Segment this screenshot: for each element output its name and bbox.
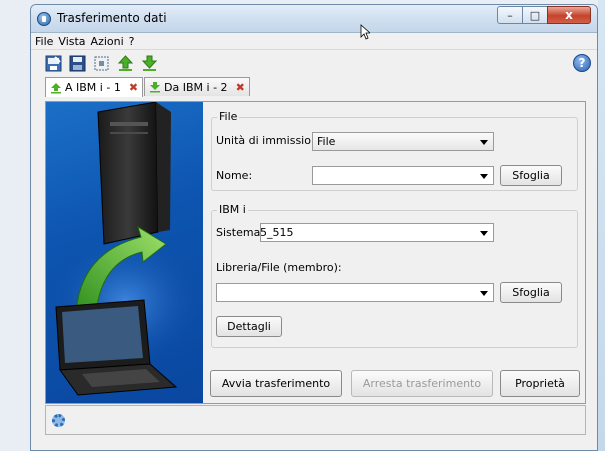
menu-azioni[interactable]: Azioni [91, 35, 124, 48]
transfer-illustration: 101 110 0101 1101 101 [46, 102, 203, 403]
close-button[interactable]: x [547, 6, 591, 24]
start-transfer-button[interactable]: Avvia trasferimento [210, 370, 342, 397]
tab-panel: 101 110 0101 1101 101 File Unità di immi… [45, 101, 586, 404]
window-controls: – □ x [497, 6, 591, 24]
name-field[interactable] [312, 166, 494, 185]
chevron-down-icon [480, 291, 488, 296]
desktop-background [598, 0, 605, 451]
toolbar: ? [31, 50, 597, 76]
stop-transfer-button[interactable]: Arresta trasferimento [351, 370, 493, 397]
new-transfer-icon[interactable] [45, 55, 62, 72]
app-icon [37, 12, 51, 26]
minimize-button[interactable]: – [497, 6, 523, 24]
tab-a-ibm-i-1[interactable]: A IBM i - 1 ✖ [45, 77, 144, 97]
menu-bar: File Vista Azioni ? [31, 33, 597, 50]
system-value: i5_515 [260, 226, 294, 239]
tab-label: A IBM i - 1 [65, 81, 121, 94]
download-arrow-icon [150, 82, 161, 93]
library-browse-button[interactable]: Sfoglia [500, 282, 562, 303]
input-device-value: File [317, 135, 336, 148]
input-device-dropdown[interactable]: File [312, 132, 494, 151]
library-label: Libreria/File (membro): [216, 261, 342, 274]
help-icon[interactable]: ? [573, 54, 591, 72]
upload-arrow-icon [51, 82, 61, 93]
tab-da-ibm-i-2[interactable]: Da IBM i - 2 ✖ [144, 77, 250, 96]
tab-strip: A IBM i - 1 ✖ Da IBM i - 2 ✖ [31, 76, 597, 97]
menu-help[interactable]: ? [129, 35, 135, 48]
menu-vista[interactable]: Vista [58, 35, 85, 48]
system-label: Sistema: [216, 226, 265, 239]
tab-close-icon[interactable]: ✖ [129, 81, 138, 94]
menu-file[interactable]: File [35, 35, 53, 48]
select-icon[interactable] [93, 55, 110, 72]
save-icon[interactable] [69, 55, 86, 72]
properties-button[interactable]: Proprietà [500, 370, 580, 397]
file-browse-button[interactable]: Sfoglia [500, 165, 562, 186]
title-bar[interactable]: Trasferimento dati – □ x [31, 5, 597, 33]
maximize-button[interactable]: □ [522, 6, 548, 24]
file-group-title: File [217, 110, 240, 123]
gear-icon[interactable] [52, 414, 65, 427]
app-window: Trasferimento dati – □ x File Vista Azio… [30, 4, 598, 451]
details-button[interactable]: Dettagli [216, 316, 282, 337]
chevron-down-icon [480, 231, 488, 236]
tab-label: Da IBM i - 2 [164, 80, 228, 94]
chevron-down-icon [480, 174, 488, 179]
ibmi-group: IBM i Sistema: i5_515 Libreria/File (mem… [211, 203, 578, 348]
system-dropdown[interactable]: i5_515 [260, 223, 494, 242]
chevron-down-icon [480, 140, 488, 145]
library-field[interactable] [216, 283, 494, 302]
download-icon[interactable] [141, 55, 158, 72]
name-label: Nome: [216, 169, 253, 182]
mouse-cursor-icon [360, 24, 370, 40]
upload-icon[interactable] [117, 54, 134, 72]
ibmi-group-title: IBM i [217, 203, 248, 216]
server-laptop-illustration: 101 110 0101 1101 101 [46, 102, 203, 396]
window-title: Trasferimento dati [57, 11, 167, 25]
tab-close-icon[interactable]: ✖ [236, 81, 245, 94]
status-area [45, 405, 586, 435]
file-group: File Unità di immissione: File Nome: Sfo… [211, 110, 578, 191]
